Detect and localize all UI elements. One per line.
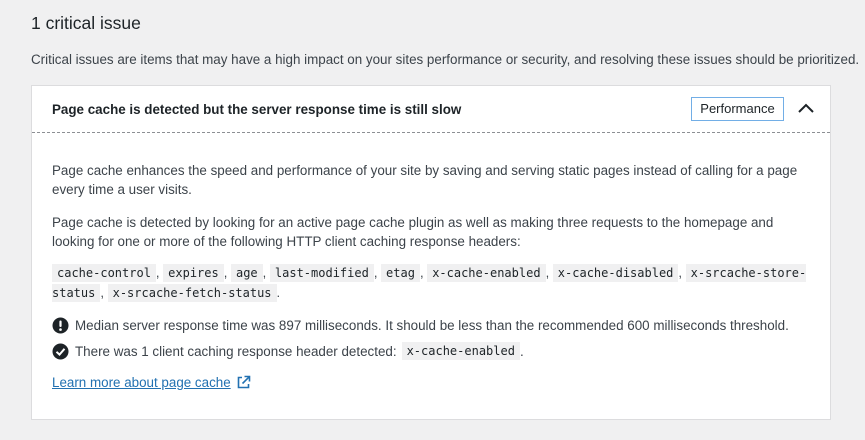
chevron-up-icon[interactable] bbox=[796, 98, 816, 118]
header-code: last-modified bbox=[269, 264, 374, 282]
header-code: etag bbox=[381, 264, 420, 282]
check-circle-icon bbox=[52, 343, 69, 360]
issue-paragraph-1: Page cache enhances the speed and perfor… bbox=[52, 163, 798, 197]
issue-panel: Page cache is detected but the server re… bbox=[31, 85, 831, 420]
performance-badge: Performance bbox=[691, 97, 784, 121]
header-code: expires bbox=[163, 264, 224, 282]
section-description: Critical issues are items that may have … bbox=[31, 52, 860, 67]
issue-accordion-toggle[interactable]: Page cache is detected but the server re… bbox=[32, 86, 830, 133]
header-code: x-cache-enabled bbox=[427, 264, 546, 282]
learn-more-label: Learn more about page cache bbox=[52, 375, 231, 390]
header-code: x-cache-disabled bbox=[552, 264, 679, 282]
result-header-detected: There was 1 client caching response head… bbox=[52, 341, 524, 361]
site-health-critical-section: 1 critical issue Critical issues are ite… bbox=[0, 0, 865, 440]
learn-more-link[interactable]: Learn more about page cache bbox=[52, 375, 251, 390]
header-code: cache-control bbox=[52, 264, 156, 282]
result-suffix: . bbox=[519, 343, 524, 359]
header-code: x-srcache-fetch-status bbox=[107, 284, 277, 302]
issue-title: Page cache is detected but the server re… bbox=[52, 102, 462, 117]
section-title: 1 critical issue bbox=[31, 13, 141, 33]
result-text: There was 1 client caching response head… bbox=[75, 343, 397, 359]
result-text: Median server response time was 897 mill… bbox=[75, 317, 789, 333]
issue-paragraph-2: Page cache is detected by looking for an… bbox=[52, 215, 774, 249]
external-link-icon bbox=[236, 375, 251, 390]
header-code: age bbox=[230, 264, 263, 282]
header-list: cache-control, expires, age, last-modifi… bbox=[52, 264, 807, 302]
exclamation-circle-icon bbox=[52, 317, 69, 334]
detected-header-code: x-cache-enabled bbox=[401, 342, 520, 360]
result-response-time: Median server response time was 897 mill… bbox=[52, 315, 789, 335]
